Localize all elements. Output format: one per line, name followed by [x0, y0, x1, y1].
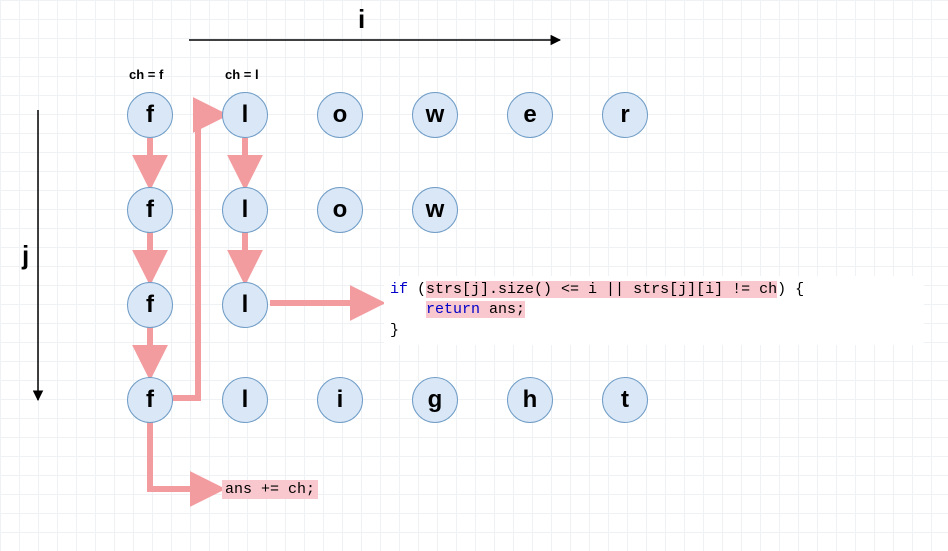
code-if-kw: if	[390, 281, 408, 298]
cell-r1-c0: f	[127, 187, 173, 233]
cell-r0-c1: l	[222, 92, 268, 138]
code-close: ) {	[777, 281, 804, 298]
cell-r0-c0: f	[127, 92, 173, 138]
col-header-0: ch = f	[129, 67, 163, 82]
code-conditional: if (strs[j].size() <= i || strs[j][i] !=…	[384, 276, 924, 345]
axis-label-j: j	[22, 240, 29, 271]
cell-r3-c1: l	[222, 377, 268, 423]
cell-r1-c3: w	[412, 187, 458, 233]
cell-r3-c4: h	[507, 377, 553, 423]
cell-r2-c1: l	[222, 282, 268, 328]
axis-label-i: i	[358, 4, 365, 35]
code-condition: strs[j].size() <= i || strs[j][i] != ch	[426, 281, 777, 298]
cell-r0-c4: e	[507, 92, 553, 138]
cell-r3-c0: f	[127, 377, 173, 423]
cell-r0-c5: r	[602, 92, 648, 138]
cell-r0-c3: w	[412, 92, 458, 138]
cell-r1-c2: o	[317, 187, 363, 233]
code-brace: }	[390, 322, 399, 339]
col-header-1: ch = l	[225, 67, 259, 82]
cell-r0-c2: o	[317, 92, 363, 138]
cell-r3-c2: i	[317, 377, 363, 423]
cell-r3-c3: g	[412, 377, 458, 423]
cell-r3-c5: t	[602, 377, 648, 423]
code-open: (	[408, 281, 426, 298]
code-return-kw: return	[426, 301, 480, 318]
code-ans-accumulate: ans += ch;	[222, 480, 318, 499]
cell-r1-c1: l	[222, 187, 268, 233]
code-return-val: ans;	[480, 301, 525, 318]
cell-r2-c0: f	[127, 282, 173, 328]
